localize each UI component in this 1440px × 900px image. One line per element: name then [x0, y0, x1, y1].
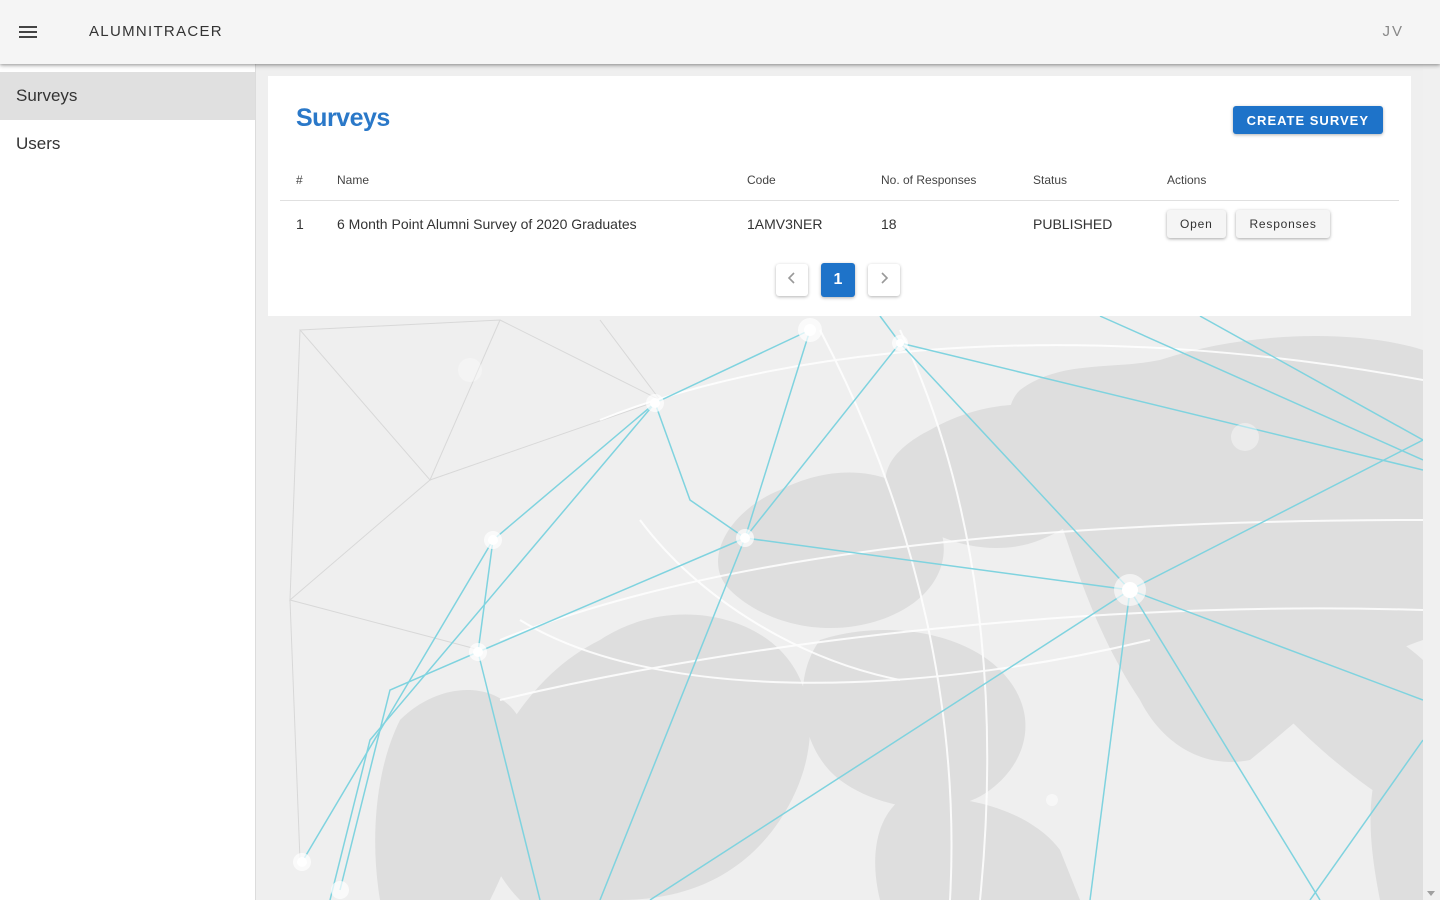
column-header-status: Status [1033, 160, 1167, 201]
sidebar-item-users[interactable]: Users [0, 120, 255, 168]
response-count: 18 [881, 216, 897, 232]
column-header-actions: Actions [1167, 160, 1399, 201]
open-survey-button[interactable]: Open [1167, 210, 1226, 238]
vertical-scrollbar[interactable] [1423, 64, 1440, 900]
sidebar: Surveys Users [0, 64, 256, 900]
surveys-card: Surveys CREATE SURVEY # Name Code No. of… [268, 76, 1411, 316]
sidebar-nav: Surveys Users [0, 64, 255, 168]
page-number-button[interactable]: 1 [821, 263, 855, 297]
chevron-right-icon [879, 271, 889, 290]
survey-status: PUBLISHED [1033, 216, 1113, 232]
table-row: 1 6 Month Point Alumni Survey of 2020 Gr… [280, 201, 1399, 248]
row-number: 1 [296, 216, 304, 232]
app-title: ALUMNITRACER [89, 23, 223, 40]
column-header-name: Name [337, 160, 747, 201]
surveys-table: # Name Code No. of Responses Status Acti… [280, 160, 1399, 247]
survey-code: 1AMV3NER [747, 216, 823, 232]
user-initials[interactable]: JV [1382, 23, 1404, 40]
column-header-responses: No. of Responses [881, 160, 1033, 201]
scroll-down-arrow-icon[interactable] [1427, 891, 1435, 896]
previous-page-button[interactable] [776, 264, 808, 296]
next-page-button[interactable] [868, 264, 900, 296]
chevron-left-icon [787, 271, 797, 290]
create-survey-button[interactable]: CREATE SURVEY [1232, 106, 1383, 134]
sidebar-item-surveys[interactable]: Surveys [0, 72, 255, 120]
column-header-code: Code [747, 160, 881, 201]
hamburger-menu-icon[interactable] [16, 20, 40, 44]
app-bar: ALUMNITRACER JV [0, 0, 1440, 64]
page-title: Surveys [296, 104, 390, 132]
row-actions: Open Responses [1167, 201, 1399, 248]
column-header-number: # [280, 160, 337, 201]
pagination: 1 [776, 263, 900, 297]
table-header-row: # Name Code No. of Responses Status Acti… [280, 160, 1399, 201]
view-responses-button[interactable]: Responses [1236, 210, 1330, 238]
survey-name: 6 Month Point Alumni Survey of 2020 Grad… [337, 216, 637, 232]
